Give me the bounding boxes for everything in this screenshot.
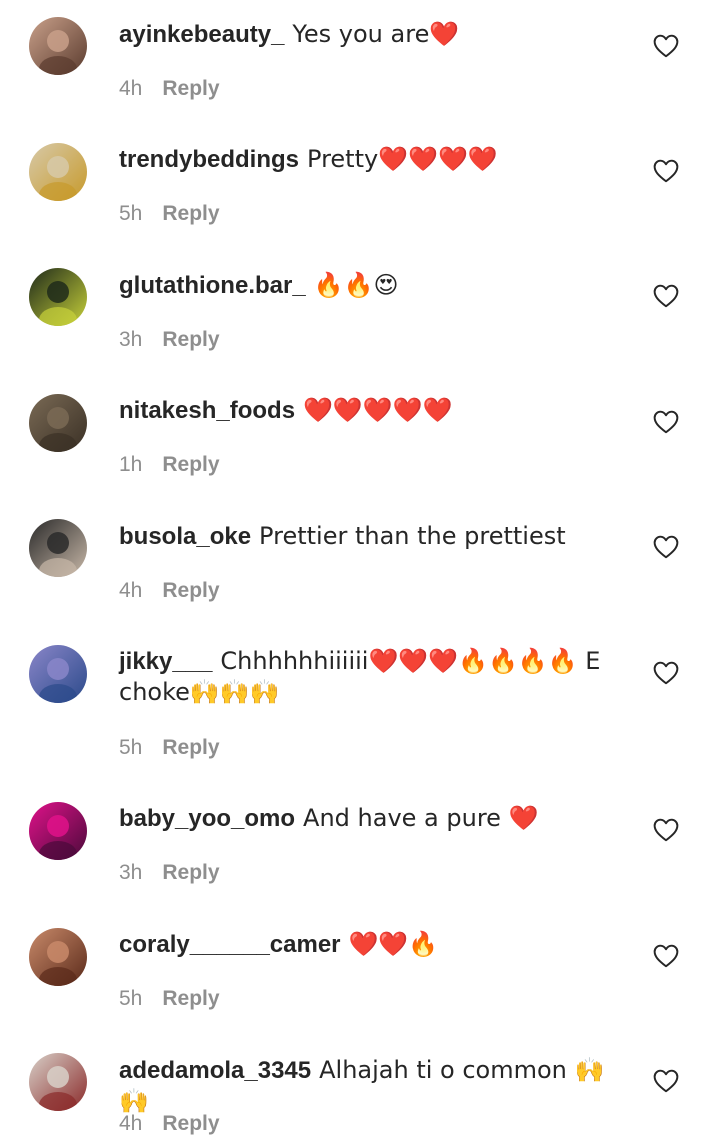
- comment-body: And have a pure ❤️: [303, 804, 539, 832]
- username-link[interactable]: ayinkebeauty_: [119, 21, 284, 48]
- comment-text: ayinkebeauty_ Yes you are❤️: [119, 19, 609, 50]
- heart-icon[interactable]: [653, 818, 679, 842]
- heart-icon[interactable]: [653, 1069, 679, 1093]
- username-link[interactable]: baby_yoo_omo: [119, 805, 295, 832]
- heart-icon[interactable]: [653, 535, 679, 559]
- comment-text: baby_yoo_omo And have a pure ❤️: [119, 803, 609, 834]
- username-link[interactable]: trendybeddings: [119, 146, 299, 173]
- avatar[interactable]: [29, 645, 87, 703]
- comment-text: trendybeddings Pretty❤️❤️❤️❤️: [119, 144, 609, 175]
- reply-button[interactable]: Reply: [162, 77, 219, 100]
- heart-icon[interactable]: [653, 944, 679, 968]
- timestamp: 5h: [119, 987, 143, 1010]
- avatar[interactable]: [29, 143, 87, 201]
- heart-icon[interactable]: [653, 661, 679, 685]
- comment-body: ❤️❤️❤️❤️❤️: [303, 396, 453, 424]
- comment-text: nitakesh_foods ❤️❤️❤️❤️❤️: [119, 395, 609, 426]
- avatar[interactable]: [29, 1053, 87, 1111]
- avatar[interactable]: [29, 928, 87, 986]
- comment-meta: 1h Reply: [119, 452, 220, 478]
- comment-text: adedamola_3345 Alhajah ti o common 🙌🙌: [119, 1055, 609, 1117]
- avatar[interactable]: [29, 394, 87, 452]
- reply-button[interactable]: Reply: [162, 328, 219, 351]
- comment-text: coraly______camer ❤️❤️🔥: [119, 929, 609, 960]
- reply-button[interactable]: Reply: [162, 1112, 219, 1135]
- comment-meta: 3h Reply: [119, 860, 220, 886]
- reply-button[interactable]: Reply: [162, 453, 219, 476]
- comment-text: jikky___ Chhhhhhiiiiii❤️❤️❤️🔥🔥🔥🔥 E choke🙌…: [119, 646, 609, 708]
- heart-icon[interactable]: [653, 410, 679, 434]
- heart-icon[interactable]: [653, 284, 679, 308]
- timestamp: 5h: [119, 202, 143, 225]
- comment-meta: 4h Reply: [119, 1111, 220, 1137]
- timestamp: 4h: [119, 1112, 143, 1135]
- username-link[interactable]: coraly______camer: [119, 931, 341, 958]
- comment-meta: 5h Reply: [119, 201, 220, 227]
- reply-button[interactable]: Reply: [162, 202, 219, 225]
- comment-meta: 5h Reply: [119, 735, 220, 761]
- timestamp: 3h: [119, 861, 143, 884]
- comment-body: Prettier than the prettiest: [259, 522, 566, 550]
- username-link[interactable]: busola_oke: [119, 523, 251, 550]
- username-link[interactable]: adedamola_3345: [119, 1057, 311, 1084]
- comment-meta: 3h Reply: [119, 327, 220, 353]
- reply-button[interactable]: Reply: [162, 987, 219, 1010]
- timestamp: 1h: [119, 453, 143, 476]
- username-link[interactable]: jikky___: [119, 648, 212, 675]
- timestamp: 5h: [119, 736, 143, 759]
- comment-body: 🔥🔥😍: [313, 271, 399, 299]
- avatar[interactable]: [29, 268, 87, 326]
- comment-meta: 5h Reply: [119, 986, 220, 1012]
- heart-icon[interactable]: [653, 34, 679, 58]
- avatar[interactable]: [29, 17, 87, 75]
- avatar[interactable]: [29, 519, 87, 577]
- comment-text: busola_oke Prettier than the prettiest: [119, 521, 609, 552]
- comment-body: ❤️❤️🔥: [348, 930, 439, 958]
- comment-meta: 4h Reply: [119, 76, 220, 102]
- timestamp: 3h: [119, 328, 143, 351]
- reply-button[interactable]: Reply: [162, 736, 219, 759]
- heart-icon[interactable]: [653, 159, 679, 183]
- username-link[interactable]: nitakesh_foods: [119, 397, 295, 424]
- comment-body: Pretty❤️❤️❤️❤️: [307, 145, 498, 173]
- reply-button[interactable]: Reply: [162, 861, 219, 884]
- timestamp: 4h: [119, 579, 143, 602]
- timestamp: 4h: [119, 77, 143, 100]
- comment-meta: 4h Reply: [119, 578, 220, 604]
- reply-button[interactable]: Reply: [162, 579, 219, 602]
- avatar[interactable]: [29, 802, 87, 860]
- username-link[interactable]: glutathione.bar_: [119, 272, 306, 299]
- comment-body: Yes you are❤️: [292, 20, 460, 48]
- comment-text: glutathione.bar_ 🔥🔥😍: [119, 270, 609, 301]
